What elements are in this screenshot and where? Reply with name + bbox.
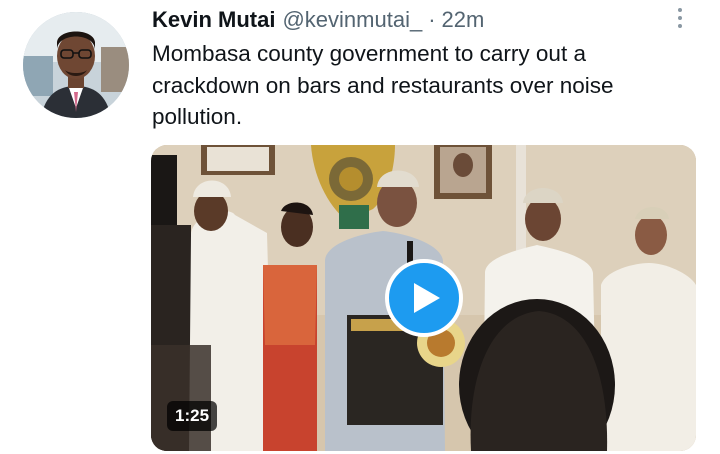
video-player[interactable]: 1:25 [151, 145, 696, 451]
avatar-image [23, 12, 129, 118]
separator-dot: · [428, 7, 436, 32]
tweet-timestamp[interactable]: 22m [442, 7, 485, 33]
tweet-text: Mombasa county government to carry out a… [152, 41, 614, 129]
tweet-header: Kevin Mutai @kevinmutai_ · 22m [152, 4, 484, 36]
author-handle[interactable]: @kevinmutai_ [282, 7, 422, 33]
video-duration-badge: 1:25 [167, 401, 218, 431]
author-name[interactable]: Kevin Mutai [152, 7, 275, 33]
more-options-icon[interactable] [664, 4, 696, 32]
play-icon [414, 283, 440, 313]
play-button[interactable] [385, 259, 463, 337]
author-avatar[interactable] [23, 12, 129, 118]
